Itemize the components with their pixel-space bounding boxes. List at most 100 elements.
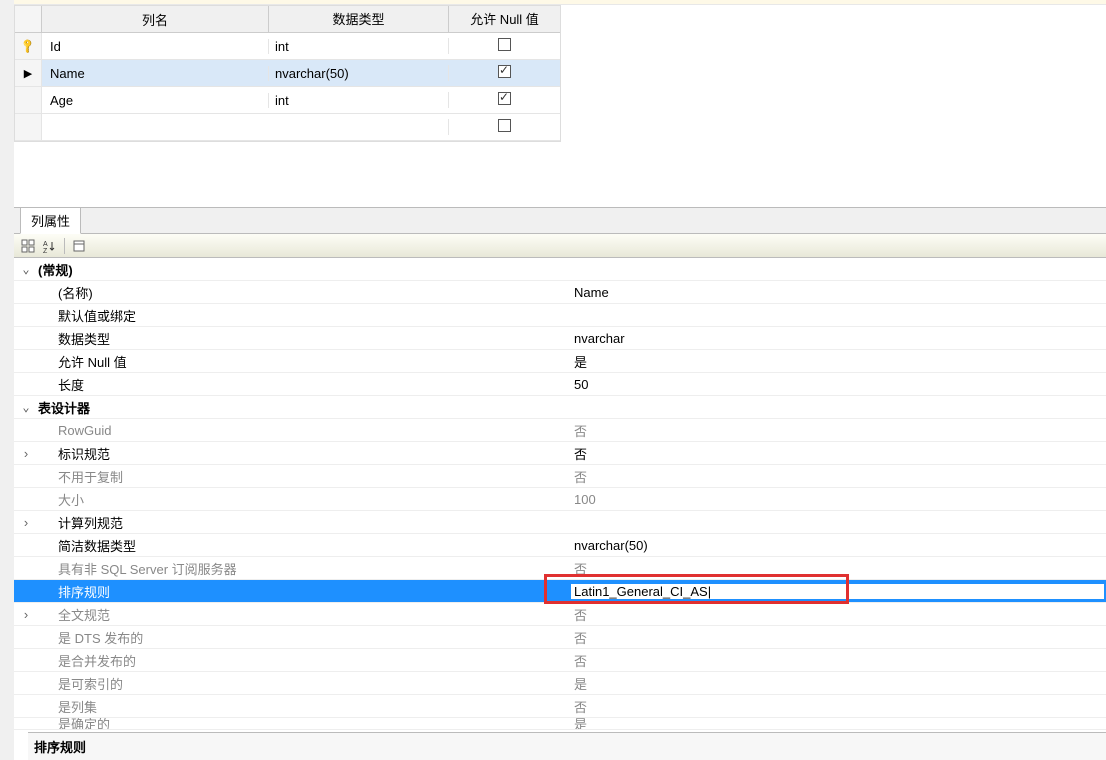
property-row[interactable]: 是列集否 xyxy=(14,695,1106,718)
allow-null-checkbox[interactable] xyxy=(498,38,511,51)
row-gutter[interactable]: ▶ xyxy=(15,60,42,86)
table-row[interactable]: 🔑 Idint xyxy=(15,33,560,60)
row-gutter[interactable] xyxy=(15,114,42,140)
row-gutter[interactable]: 🔑 xyxy=(15,33,42,59)
property-row[interactable]: 是可索引的是 xyxy=(14,672,1106,695)
property-group-header[interactable]: ⌄ (常规) xyxy=(14,258,1106,281)
cell-column-name[interactable]: Id xyxy=(42,39,268,54)
columns-grid[interactable]: 列名 数据类型 允许 Null 值 🔑Idint▶Namenvarchar(50… xyxy=(14,5,561,142)
property-row[interactable]: 排序规则Latin1_General_CI_AS xyxy=(14,580,1106,603)
allow-null-checkbox[interactable] xyxy=(498,119,511,132)
property-value[interactable]: 否 xyxy=(570,444,1106,463)
grid-header-nulls: 允许 Null 值 xyxy=(448,6,560,33)
property-row[interactable]: 大小100 xyxy=(14,488,1106,511)
property-group-label: (常规) xyxy=(38,260,570,279)
property-value[interactable]: 否 xyxy=(570,467,1106,486)
property-row[interactable]: 是合并发布的否 xyxy=(14,649,1106,672)
property-label: 是合并发布的 xyxy=(38,651,570,670)
property-value[interactable]: 否 xyxy=(570,559,1106,578)
property-grid[interactable]: ⌄(常规)(名称)Name默认值或绑定数据类型nvarchar允许 Null 值… xyxy=(14,258,1106,730)
property-label: 数据类型 xyxy=(38,329,570,348)
cell-allow-null[interactable] xyxy=(448,38,560,54)
property-value[interactable]: 否 xyxy=(570,628,1106,647)
property-value[interactable]: 否 xyxy=(570,651,1106,670)
property-row[interactable]: 数据类型nvarchar xyxy=(14,327,1106,350)
property-value[interactable]: 否 xyxy=(570,697,1106,716)
property-row[interactable]: 长度50 xyxy=(14,373,1106,396)
property-value[interactable]: 否 xyxy=(570,605,1106,624)
property-label: 是可索引的 xyxy=(38,674,570,693)
property-label: 标识规范 xyxy=(38,444,570,463)
property-label: (名称) xyxy=(38,283,570,302)
property-label: 计算列规范 xyxy=(38,513,570,532)
allow-null-checkbox[interactable] xyxy=(498,92,511,105)
cell-allow-null[interactable] xyxy=(448,92,560,108)
property-row[interactable]: RowGuid否 xyxy=(14,419,1106,442)
svg-text:A: A xyxy=(43,241,48,248)
property-value[interactable]: nvarchar(50) xyxy=(570,538,1106,553)
table-row[interactable]: ▶ Namenvarchar(50) xyxy=(15,60,560,87)
collapse-icon[interactable]: ⌄ xyxy=(22,400,29,414)
grid-header-type: 数据类型 xyxy=(268,6,448,33)
primary-key-icon: 🔑 xyxy=(20,38,37,55)
properties-tabstrip: 列属性 xyxy=(14,208,1106,234)
property-label: 不用于复制 xyxy=(38,467,570,486)
property-label: 是 DTS 发布的 xyxy=(38,628,570,647)
cell-column-name[interactable]: Age xyxy=(42,93,268,108)
allow-null-checkbox[interactable] xyxy=(498,65,511,78)
property-label: 长度 xyxy=(38,375,570,394)
cell-data-type[interactable]: int xyxy=(268,39,448,54)
property-row[interactable]: 是确定的是 xyxy=(14,718,1106,730)
column-properties-panel: 列属性 AZ ⌄(常规)(名称)Name默认值或绑定数据类型nvarchar允许… xyxy=(14,207,1106,730)
property-grid-toolbar: AZ xyxy=(14,234,1106,258)
property-value[interactable]: 否 xyxy=(570,421,1106,440)
cell-allow-null[interactable] xyxy=(448,119,560,135)
expand-icon[interactable]: › xyxy=(20,607,32,622)
property-value[interactable]: Latin1_General_CI_AS xyxy=(570,583,1105,600)
property-row[interactable]: 简洁数据类型nvarchar(50) xyxy=(14,534,1106,557)
expand-icon[interactable]: › xyxy=(20,446,32,461)
property-row[interactable]: 具有非 SQL Server 订阅服务器否 xyxy=(14,557,1106,580)
property-label: 是列集 xyxy=(38,697,570,716)
property-label: 默认值或绑定 xyxy=(38,306,570,325)
cell-data-type[interactable]: int xyxy=(268,93,448,108)
property-row[interactable]: (名称)Name xyxy=(14,281,1106,304)
property-row[interactable]: 是 DTS 发布的否 xyxy=(14,626,1106,649)
cell-allow-null[interactable] xyxy=(448,65,560,81)
property-row[interactable]: ›全文规范否 xyxy=(14,603,1106,626)
property-label: 简洁数据类型 xyxy=(38,536,570,555)
property-row[interactable]: 默认值或绑定 xyxy=(14,304,1106,327)
property-row[interactable]: 不用于复制否 xyxy=(14,465,1106,488)
property-label: 允许 Null 值 xyxy=(38,352,570,371)
cell-data-type[interactable]: nvarchar(50) xyxy=(268,66,448,81)
row-selector-icon: ▶ xyxy=(24,67,32,80)
property-pages-button[interactable] xyxy=(69,237,89,255)
property-group-label: 表设计器 xyxy=(38,398,570,417)
table-row[interactable]: Ageint xyxy=(15,87,560,114)
grid-header-name: 列名 xyxy=(42,10,268,29)
categorized-view-button[interactable] xyxy=(18,237,38,255)
tab-column-properties[interactable]: 列属性 xyxy=(20,207,81,234)
property-group-header[interactable]: ⌄ 表设计器 xyxy=(14,396,1106,419)
expand-icon[interactable]: › xyxy=(20,515,32,530)
property-label: 大小 xyxy=(38,490,570,509)
property-value[interactable]: nvarchar xyxy=(570,331,1106,346)
property-value[interactable]: 是 xyxy=(570,674,1106,693)
property-description-header: 排序规则 xyxy=(28,732,1106,760)
property-value[interactable]: 50 xyxy=(570,377,1106,392)
property-value[interactable]: Name xyxy=(570,285,1106,300)
cell-column-name[interactable]: Name xyxy=(42,66,268,81)
table-row[interactable] xyxy=(15,114,560,141)
property-value[interactable]: 是 xyxy=(570,352,1106,371)
property-label: RowGuid xyxy=(38,423,570,438)
collapse-icon[interactable]: ⌄ xyxy=(22,262,29,276)
row-gutter[interactable] xyxy=(15,87,42,113)
property-value[interactable]: 100 xyxy=(570,492,1106,507)
svg-text:Z: Z xyxy=(43,248,48,253)
alphabetical-view-button[interactable]: AZ xyxy=(40,237,60,255)
property-row[interactable]: › 计算列规范 xyxy=(14,511,1106,534)
property-value[interactable]: 是 xyxy=(570,718,1106,730)
property-label: 排序规则 xyxy=(38,582,570,601)
property-row[interactable]: › 标识规范否 xyxy=(14,442,1106,465)
property-row[interactable]: 允许 Null 值是 xyxy=(14,350,1106,373)
